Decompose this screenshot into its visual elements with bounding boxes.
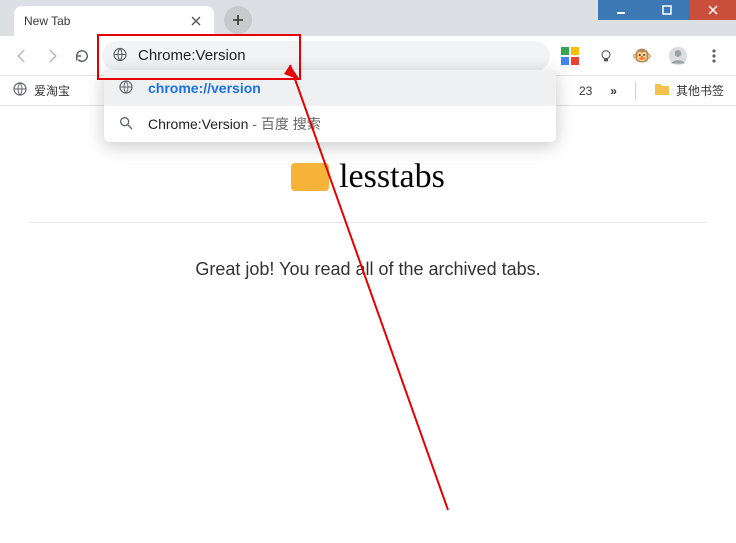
globe-icon: [112, 46, 128, 65]
globe-icon: [12, 81, 28, 100]
brand: lesstabs: [291, 158, 445, 196]
bookmark-item[interactable]: 爱淘宝: [12, 81, 70, 100]
page-content: lesstabs Great job! You read all of the …: [0, 106, 736, 543]
omnibox-suggestions: chrome://version Chrome:Version - 百度 搜索: [104, 70, 556, 142]
tab-title: New Tab: [24, 14, 188, 28]
forward-button[interactable]: [42, 46, 62, 66]
browser-tab[interactable]: New Tab: [14, 6, 214, 36]
profile-avatar-icon[interactable]: [668, 46, 688, 66]
extension-bulb-icon[interactable]: [596, 46, 616, 66]
omnibox-input[interactable]: [102, 41, 550, 71]
globe-icon: [118, 79, 134, 98]
suggestion-text: Chrome:Version - 百度 搜索: [148, 114, 321, 134]
other-bookmarks-folder[interactable]: 其他书签: [654, 82, 724, 99]
bookmark-overflow-button[interactable]: »: [610, 84, 617, 98]
suggestion-row[interactable]: Chrome:Version - 百度 搜索: [104, 106, 556, 142]
suggestion-row[interactable]: chrome://version: [104, 70, 556, 106]
back-button[interactable]: [12, 46, 32, 66]
suggestion-text: chrome://version: [148, 80, 261, 96]
brand-icon: [291, 163, 329, 191]
menu-button[interactable]: [704, 46, 724, 66]
bookmark-truncated-number[interactable]: 23: [579, 84, 592, 98]
window-minimize-button[interactable]: [598, 0, 644, 20]
tab-close-button[interactable]: [188, 13, 204, 29]
window-controls: [598, 0, 736, 20]
extension-monkey-icon[interactable]: 🐵: [632, 46, 652, 66]
window-maximize-button[interactable]: [644, 0, 690, 20]
search-icon: [118, 115, 134, 134]
extension-tile-icon[interactable]: [560, 46, 580, 66]
other-bookmarks-label: 其他书签: [676, 82, 724, 99]
omnibox-container: [102, 41, 550, 71]
brand-text: lesstabs: [339, 158, 445, 196]
window-close-button[interactable]: [690, 0, 736, 20]
new-tab-button[interactable]: [224, 6, 252, 34]
bookmark-label: 爱淘宝: [34, 82, 70, 99]
extension-icons: 🐵: [560, 46, 724, 66]
divider: [29, 222, 706, 223]
separator: [635, 82, 636, 100]
reload-button[interactable]: [72, 46, 92, 66]
folder-icon: [654, 82, 670, 99]
page-message: Great job! You read all of the archived …: [195, 259, 540, 280]
